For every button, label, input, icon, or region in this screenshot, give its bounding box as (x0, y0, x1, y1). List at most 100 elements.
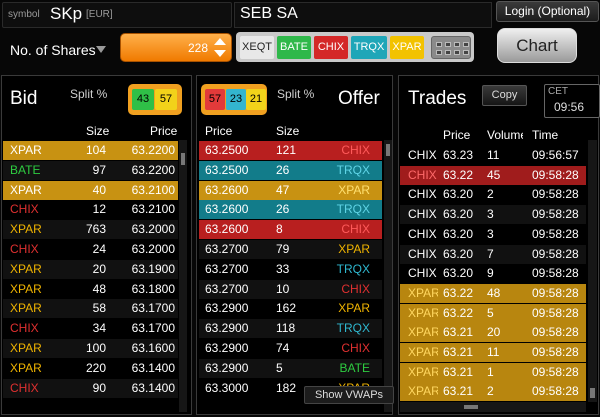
trades-v-scrollbar[interactable] (588, 140, 597, 402)
bid-row[interactable]: CHIX 34 63.1700 (3, 319, 178, 339)
trade-volume: 45 (487, 167, 501, 182)
bid-row[interactable]: XPAR 40 63.2100 (3, 180, 178, 200)
offer-price: 63.2600 (205, 222, 249, 237)
offer-price: 63.2900 (205, 321, 249, 336)
trade-price: 63.20 (443, 246, 474, 261)
bid-row[interactable]: XPAR 220 63.1400 (3, 358, 178, 378)
shares-label[interactable]: No. of Shares (10, 42, 96, 58)
offer-row[interactable]: 63.2700 10 CHIX (199, 279, 382, 299)
trade-price: 63.21 (443, 325, 474, 340)
trade-volume: 5 (487, 305, 494, 320)
venue-button-xeqt[interactable]: XEQT (240, 36, 274, 59)
offer-venue: CHIX (341, 281, 370, 296)
offer-row[interactable]: 63.2600 26 TRQX (199, 200, 382, 220)
bid-row[interactable]: CHIX 24 63.2000 (3, 240, 178, 259)
trade-venue: XPAR (408, 325, 438, 340)
trade-row[interactable]: CHIX 63.20 7 09:58:28 (400, 244, 586, 264)
copy-button[interactable]: Copy (482, 85, 527, 106)
venue-button-trqx[interactable]: TRQX (351, 36, 387, 59)
venue-button-chix[interactable]: CHIX (314, 36, 348, 59)
trade-row[interactable]: CHIX 63.23 11 09:56:57 (400, 146, 586, 165)
bid-row[interactable]: BATE 97 63.2200 (3, 160, 178, 180)
trade-row[interactable]: XPAR 63.21 2 09:58:28 (400, 382, 586, 402)
bid-venue: XPAR (10, 222, 42, 237)
bid-title: Bid (10, 88, 38, 109)
bid-row[interactable]: XPAR 100 63.1600 (3, 339, 178, 358)
login-button[interactable]: Login (Optional) (496, 1, 599, 22)
offer-price: 63.2900 (205, 341, 249, 355)
chevron-down-icon[interactable] (96, 46, 106, 53)
offer-row[interactable]: 63.2700 33 TRQX (199, 259, 382, 279)
offer-row[interactable]: 63.2500 121 CHIX (199, 141, 382, 160)
trade-venue: XPAR (408, 364, 438, 379)
bid-price: 63.2000 (131, 242, 175, 256)
trades-h-scrollbar[interactable] (400, 402, 586, 412)
trade-volume: 1 (487, 364, 494, 379)
trade-row[interactable]: XPAR 63.21 11 09:58:28 (400, 343, 586, 362)
bid-price: 63.1700 (131, 301, 175, 316)
bid-size: 20 (92, 261, 106, 276)
trade-row[interactable]: XPAR 63.22 48 09:58:28 (400, 283, 586, 303)
offer-price: 63.2900 (205, 301, 249, 316)
bid-row[interactable]: XPAR 48 63.1800 (3, 279, 178, 299)
offer-row[interactable]: 63.2900 74 CHIX (199, 339, 382, 358)
offer-row[interactable]: 63.2900 162 XPAR (199, 299, 382, 319)
offer-row[interactable]: 63.2900 5 BATE (199, 358, 382, 378)
venue-button-xpar[interactable]: XPAR (390, 36, 424, 59)
bid-row[interactable]: XPAR 763 63.2000 (3, 220, 178, 240)
bid-row[interactable]: XPAR 58 63.1700 (3, 299, 178, 319)
trade-venue: CHIX (408, 148, 437, 162)
offer-price-header: Price (205, 124, 233, 138)
trade-row[interactable]: CHIX 63.20 2 09:58:28 (400, 185, 586, 205)
bid-split-chip: 43 (132, 89, 154, 110)
bid-row[interactable]: CHIX 90 63.1400 (3, 378, 178, 398)
trade-volume: 20 (487, 325, 501, 340)
bid-price: 63.1400 (131, 360, 175, 375)
trade-venue: CHIX (408, 207, 437, 222)
bid-row[interactable]: XPAR 20 63.1900 (3, 259, 178, 279)
decrement-arrow-icon[interactable] (214, 50, 226, 57)
offer-scrollbar[interactable] (384, 140, 392, 412)
increment-arrow-icon[interactable] (214, 38, 226, 45)
bid-scroll-thumb[interactable] (181, 153, 185, 165)
bid-scrollbar[interactable] (179, 140, 187, 412)
trade-row[interactable]: XPAR 63.21 1 09:58:28 (400, 362, 586, 382)
trades-h-scroll-thumb[interactable] (464, 405, 478, 409)
offer-row[interactable]: 63.2900 118 TRQX (199, 319, 382, 339)
bid-row[interactable]: CHIX 12 63.2100 (3, 200, 178, 220)
venue-button-bate[interactable]: BATE (277, 36, 311, 59)
trade-price: 63.23 (443, 148, 474, 162)
trade-row[interactable]: XPAR 63.22 5 09:58:28 (400, 303, 586, 323)
trade-row[interactable]: CHIX 63.20 3 09:58:28 (400, 224, 586, 244)
offer-venue: CHIX (341, 341, 370, 355)
offer-price: 63.2600 (205, 202, 249, 217)
bid-size: 58 (92, 301, 106, 316)
bid-venue: XPAR (10, 281, 42, 296)
trade-time: 09:58:28 (532, 345, 579, 359)
trade-time: 09:58:28 (532, 266, 579, 281)
offer-scroll-thumb[interactable] (386, 144, 390, 156)
offer-venue: XPAR (338, 242, 370, 256)
show-vwaps-button[interactable]: Show VWAPs (304, 386, 394, 404)
symbol-code[interactable]: SKp (50, 4, 82, 24)
grid-icon[interactable] (431, 36, 471, 59)
trade-price: 63.20 (443, 207, 474, 222)
offer-row[interactable]: 63.2500 26 TRQX (199, 160, 382, 180)
chart-button[interactable]: Chart (497, 28, 577, 63)
offer-row[interactable]: 63.2600 47 XPAR (199, 180, 382, 200)
trade-price: 63.20 (443, 187, 474, 202)
bid-row[interactable]: XPAR 104 63.2200 (3, 141, 178, 160)
trades-v-scroll-thumb[interactable] (590, 388, 595, 398)
trade-time: 09:58:28 (532, 364, 579, 379)
bid-venue: XPAR (10, 182, 42, 197)
trade-row[interactable]: XPAR 63.21 20 09:58:28 (400, 323, 586, 343)
bid-venue: CHIX (10, 202, 39, 217)
offer-size-header: Size (276, 124, 300, 138)
cet-time: 09:56 (554, 100, 585, 114)
trade-row[interactable]: CHIX 63.22 45 09:58:28 (400, 165, 586, 185)
trade-row[interactable]: CHIX 63.20 9 09:58:28 (400, 264, 586, 284)
offer-row[interactable]: 63.2600 8 CHIX (199, 220, 382, 240)
quantity-value[interactable]: 228 (150, 41, 208, 55)
offer-row[interactable]: 63.2700 79 XPAR (199, 240, 382, 259)
trade-row[interactable]: CHIX 63.20 3 09:58:28 (400, 205, 586, 225)
